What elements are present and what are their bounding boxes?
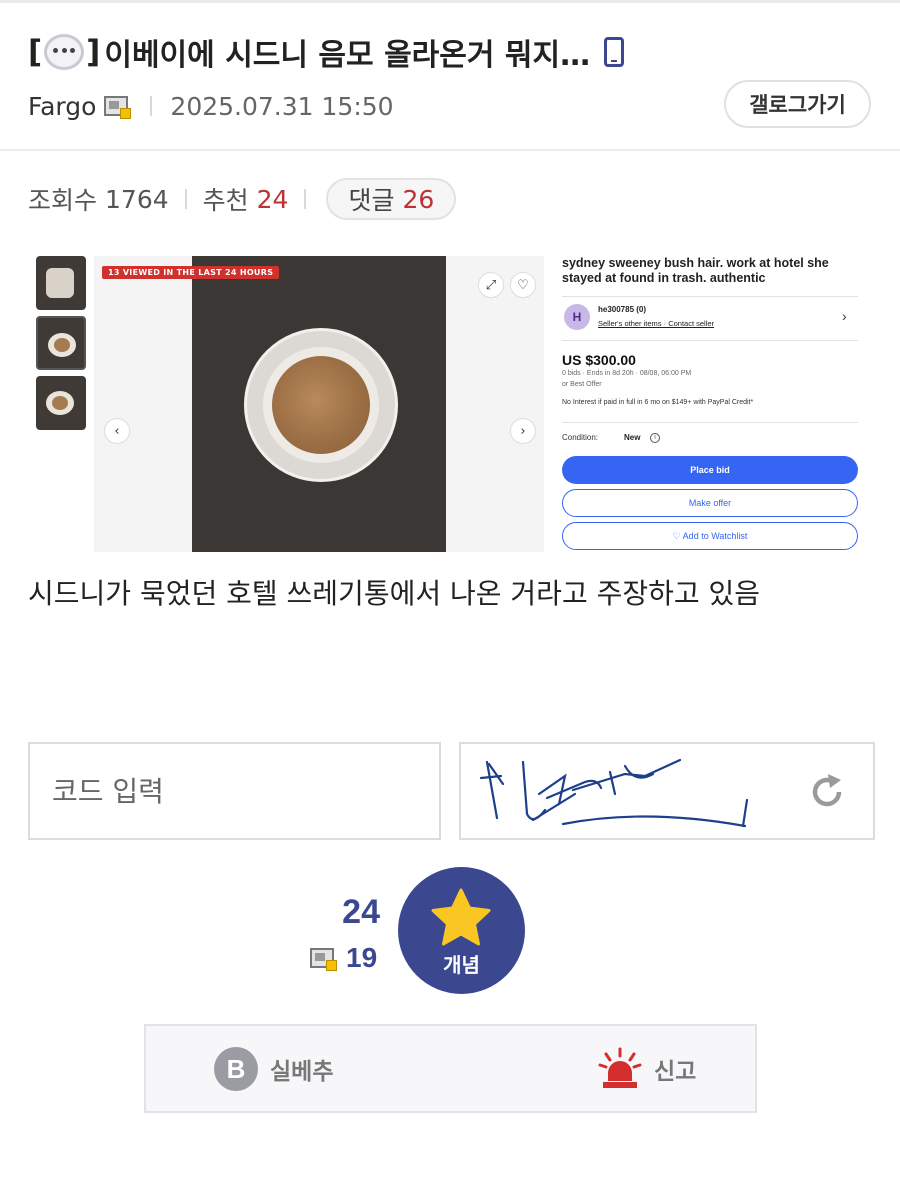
post-action-bar: B 실베추 신고 [144,1024,757,1113]
refresh-icon[interactable] [807,772,847,812]
thumbnail [36,376,86,430]
listing-title: sydney sweeney bush hair. work at hotel … [562,256,829,285]
condition-value: New [624,433,641,442]
chat-bubble-icon [44,34,85,70]
top-border [0,0,900,3]
thumbnail [36,256,86,310]
header-divider [0,149,900,151]
post-date: 2025.07.31 15:50 [170,91,394,121]
photo-contents [272,356,370,454]
chevron-left-icon: ‹ [104,418,130,444]
watchlist-button: ♡ Add to Watchlist [562,522,858,550]
bids-info: 0 bids · Ends in 8d 20h · 08/08, 06:00 P… [562,370,692,377]
listing-details: sydney sweeney bush hair. work at hotel … [562,250,860,552]
thumbnail-active [36,316,86,370]
report-button[interactable]: 신고 [598,1044,696,1094]
comments-button[interactable]: 댓글 26 [326,178,457,220]
report-label: 신고 [654,1059,697,1085]
gallog-button[interactable]: 갤로그가기 [724,80,871,128]
stats-divider [304,189,307,209]
fixed-user-icon [104,96,132,119]
title-bracket-open: [ [28,34,43,70]
listing-photo: 13 VIEWED IN THE LAST 24 HOURS ⤢ ♡ ‹ › [94,256,544,552]
meta-divider [150,96,153,116]
expand-icon: ⤢ [478,272,504,298]
post-stats: 조회수 1764 추천 24 댓글 26 [28,178,457,220]
mobile-icon [604,37,625,67]
listing-divider [562,296,858,297]
views-badge: 13 VIEWED IN THE LAST 24 HOURS [102,266,280,279]
chevron-right-icon: › [510,418,536,444]
star-icon [431,888,491,946]
seller-name: he300785 (0) [598,305,647,314]
title-bracket-close: ] [86,34,101,70]
ebay-listing-image[interactable]: 13 VIEWED IN THE LAST 24 HOURS ⤢ ♡ ‹ › s… [28,250,872,552]
captcha-box [459,742,875,840]
post-title: 이베이에 시드니 음모 올라온거 뭐지… [104,38,591,73]
seller-links: Seller's other items · Contact seller [598,319,715,328]
seller-avatar: H [564,304,590,330]
comments-count: 26 [402,184,435,214]
fixed-recommend-count: 19 [346,942,378,973]
comments-label: 댓글 [348,186,395,215]
captcha-image [479,758,749,828]
fixed-recommend: 19 [310,942,377,974]
recommend-label: 추천 [202,186,249,215]
info-icon: i [650,433,660,443]
author-name[interactable]: Fargo [28,92,96,121]
place-bid-button: Place bid [562,456,858,484]
recommend-button[interactable]: 개념 [398,867,525,994]
heart-icon: ♡ [510,272,536,298]
listing-divider [562,340,858,341]
downvote-label: 실베추 [270,1059,334,1085]
captcha-code-input[interactable] [28,742,441,840]
make-offer-button: Make offer [562,489,858,517]
downvote-button[interactable]: B 실베추 [214,1046,333,1092]
fixed-user-icon [310,948,337,971]
chevron-right-icon: › [842,308,847,324]
listing-price: US $300.00 [562,352,636,368]
siren-icon [598,1047,642,1088]
best-offer-text: or Best Offer [562,381,602,388]
recommend-total: 24 [342,893,380,931]
paypal-credit-text: No Interest if paid in full in 6 mo on $… [562,399,754,406]
listing-divider [562,422,858,423]
post-meta: Fargo 2025.07.31 15:50 [28,88,394,124]
post-body-text: 시드니가 묵었던 호텔 쓰레기통에서 나온 거라고 주장하고 있음 [28,577,761,610]
stats-divider [184,189,187,209]
recommend-count: 24 [256,184,289,214]
post-title-row: [ ] 이베이에 시드니 음모 올라온거 뭐지… [28,30,888,74]
recommend-button-label: 개념 [443,953,480,977]
thumbnail-strip [28,250,92,552]
condition-label: Condition: [562,433,599,442]
views-count: 1764 [105,184,169,214]
b-icon: B [214,1047,258,1091]
views-label: 조회수 [28,186,98,215]
